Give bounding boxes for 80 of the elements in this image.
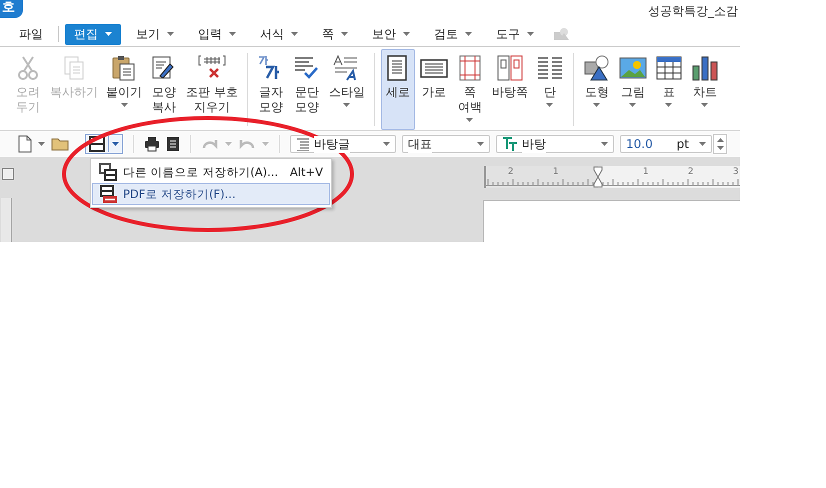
menu-tab[interactable]: 편집 xyxy=(65,24,121,44)
app-logo: 호 xyxy=(0,0,23,18)
align-lines-icon xyxy=(296,138,310,150)
caret-icon xyxy=(701,103,708,107)
table-icon xyxy=(654,54,683,82)
menu-item[interactable]: PDF로 저장하기(F)... xyxy=(92,183,330,205)
ribbon-button[interactable]: 표 xyxy=(652,49,686,130)
menu-item[interactable]: 다른 이름으로 저장하기(A)... Alt+V xyxy=(92,161,330,183)
save-as-icon xyxy=(99,163,117,181)
caret-icon xyxy=(38,142,45,146)
master-page-icon xyxy=(496,54,524,82)
menu-tab[interactable]: 서식 xyxy=(251,24,307,44)
ruler[interactable]: 2 1 1 2 3 xyxy=(484,166,740,188)
window-title: 성공학특강_소감 xyxy=(648,2,739,20)
caret-icon xyxy=(699,142,706,146)
print-icon xyxy=(144,136,160,152)
indent-marker-icon[interactable] xyxy=(592,166,603,188)
shapes-icon xyxy=(553,27,569,41)
shapes-icon xyxy=(582,54,611,82)
menu-tab[interactable]: 보기 xyxy=(127,24,183,44)
caret-icon xyxy=(601,142,608,146)
caret-icon xyxy=(466,118,474,122)
ruler-corner-icon[interactable] xyxy=(2,168,14,180)
menu-tab[interactable]: 입력 xyxy=(189,24,245,44)
ribbon-button[interactable]: 차트 xyxy=(688,49,722,130)
caret-icon xyxy=(593,103,600,107)
outline-dropdown[interactable]: 대표 xyxy=(402,135,490,153)
ribbon-button[interactable]: 세로 xyxy=(380,49,415,130)
caret-icon xyxy=(105,32,112,36)
caret-icon xyxy=(403,32,410,36)
ribbon-button[interactable]: 그림 xyxy=(616,49,650,130)
caret-icon xyxy=(120,103,128,107)
ribbon-button[interactable]: 가로 xyxy=(416,49,451,130)
truetype-icon xyxy=(502,136,518,152)
menu-tab[interactable]: 보안 xyxy=(363,24,419,44)
folder-icon xyxy=(51,137,69,151)
document-icon xyxy=(166,136,180,152)
font-size-field[interactable]: 10.0 pt xyxy=(620,135,712,153)
caret-icon xyxy=(383,142,390,146)
ribbon-button[interactable]: 글자 모양 xyxy=(254,49,288,130)
ruler-number: 1 xyxy=(552,167,559,177)
spin-arrows-icon xyxy=(716,136,724,152)
ruler-number: 2 xyxy=(688,167,694,177)
ribbon-button[interactable]: 단 xyxy=(532,49,567,130)
menu-tab[interactable]: 쪽 xyxy=(313,24,357,44)
caret-icon xyxy=(465,32,472,36)
ribbon-button[interactable]: 도형 xyxy=(580,49,614,130)
new-document-icon xyxy=(18,135,32,153)
caret-icon xyxy=(343,103,350,107)
caret-icon xyxy=(225,142,232,146)
style-dropdown[interactable]: 바탕글 xyxy=(290,135,396,153)
caret-icon xyxy=(546,103,554,107)
caret-icon xyxy=(167,32,174,36)
ruler-number: 2 xyxy=(508,167,514,177)
ribbon-button[interactable]: 모양 복사 xyxy=(147,49,181,130)
shortcut-text: Alt+V xyxy=(290,165,323,179)
menu-tab[interactable]: 도구 xyxy=(487,24,543,44)
caret-icon xyxy=(262,142,269,146)
font-dropdown[interactable]: 바탕 xyxy=(496,135,614,153)
pdf-save-icon xyxy=(99,185,117,203)
caret-icon xyxy=(229,32,236,36)
spin-button[interactable] xyxy=(713,134,727,154)
menu-tab[interactable]: 검토 xyxy=(425,24,481,44)
ribbon-button[interactable]: 바탕쪽 xyxy=(488,49,531,130)
ruler-number: 3 xyxy=(732,167,739,177)
caret-icon xyxy=(291,32,298,36)
ribbon-button[interactable]: 붙이기 xyxy=(103,49,145,130)
caret-icon xyxy=(477,142,484,146)
ribbon-button[interactable]: 문단 모양 xyxy=(290,49,324,130)
caret-icon xyxy=(112,142,119,146)
caret-icon xyxy=(629,103,636,107)
ribbon-button[interactable]: 쪽 여백 xyxy=(452,49,487,130)
caret-icon xyxy=(527,32,534,36)
menu-tab[interactable]: 파일 xyxy=(10,24,52,44)
bar-chart-icon xyxy=(690,54,719,82)
ribbon-button[interactable]: 스타일 xyxy=(326,49,368,130)
caret-icon xyxy=(341,32,348,36)
caret-icon xyxy=(665,103,672,107)
ribbon-button[interactable]: 조판 부호 지우기 xyxy=(183,49,241,130)
ruler-number: 1 xyxy=(642,167,649,177)
